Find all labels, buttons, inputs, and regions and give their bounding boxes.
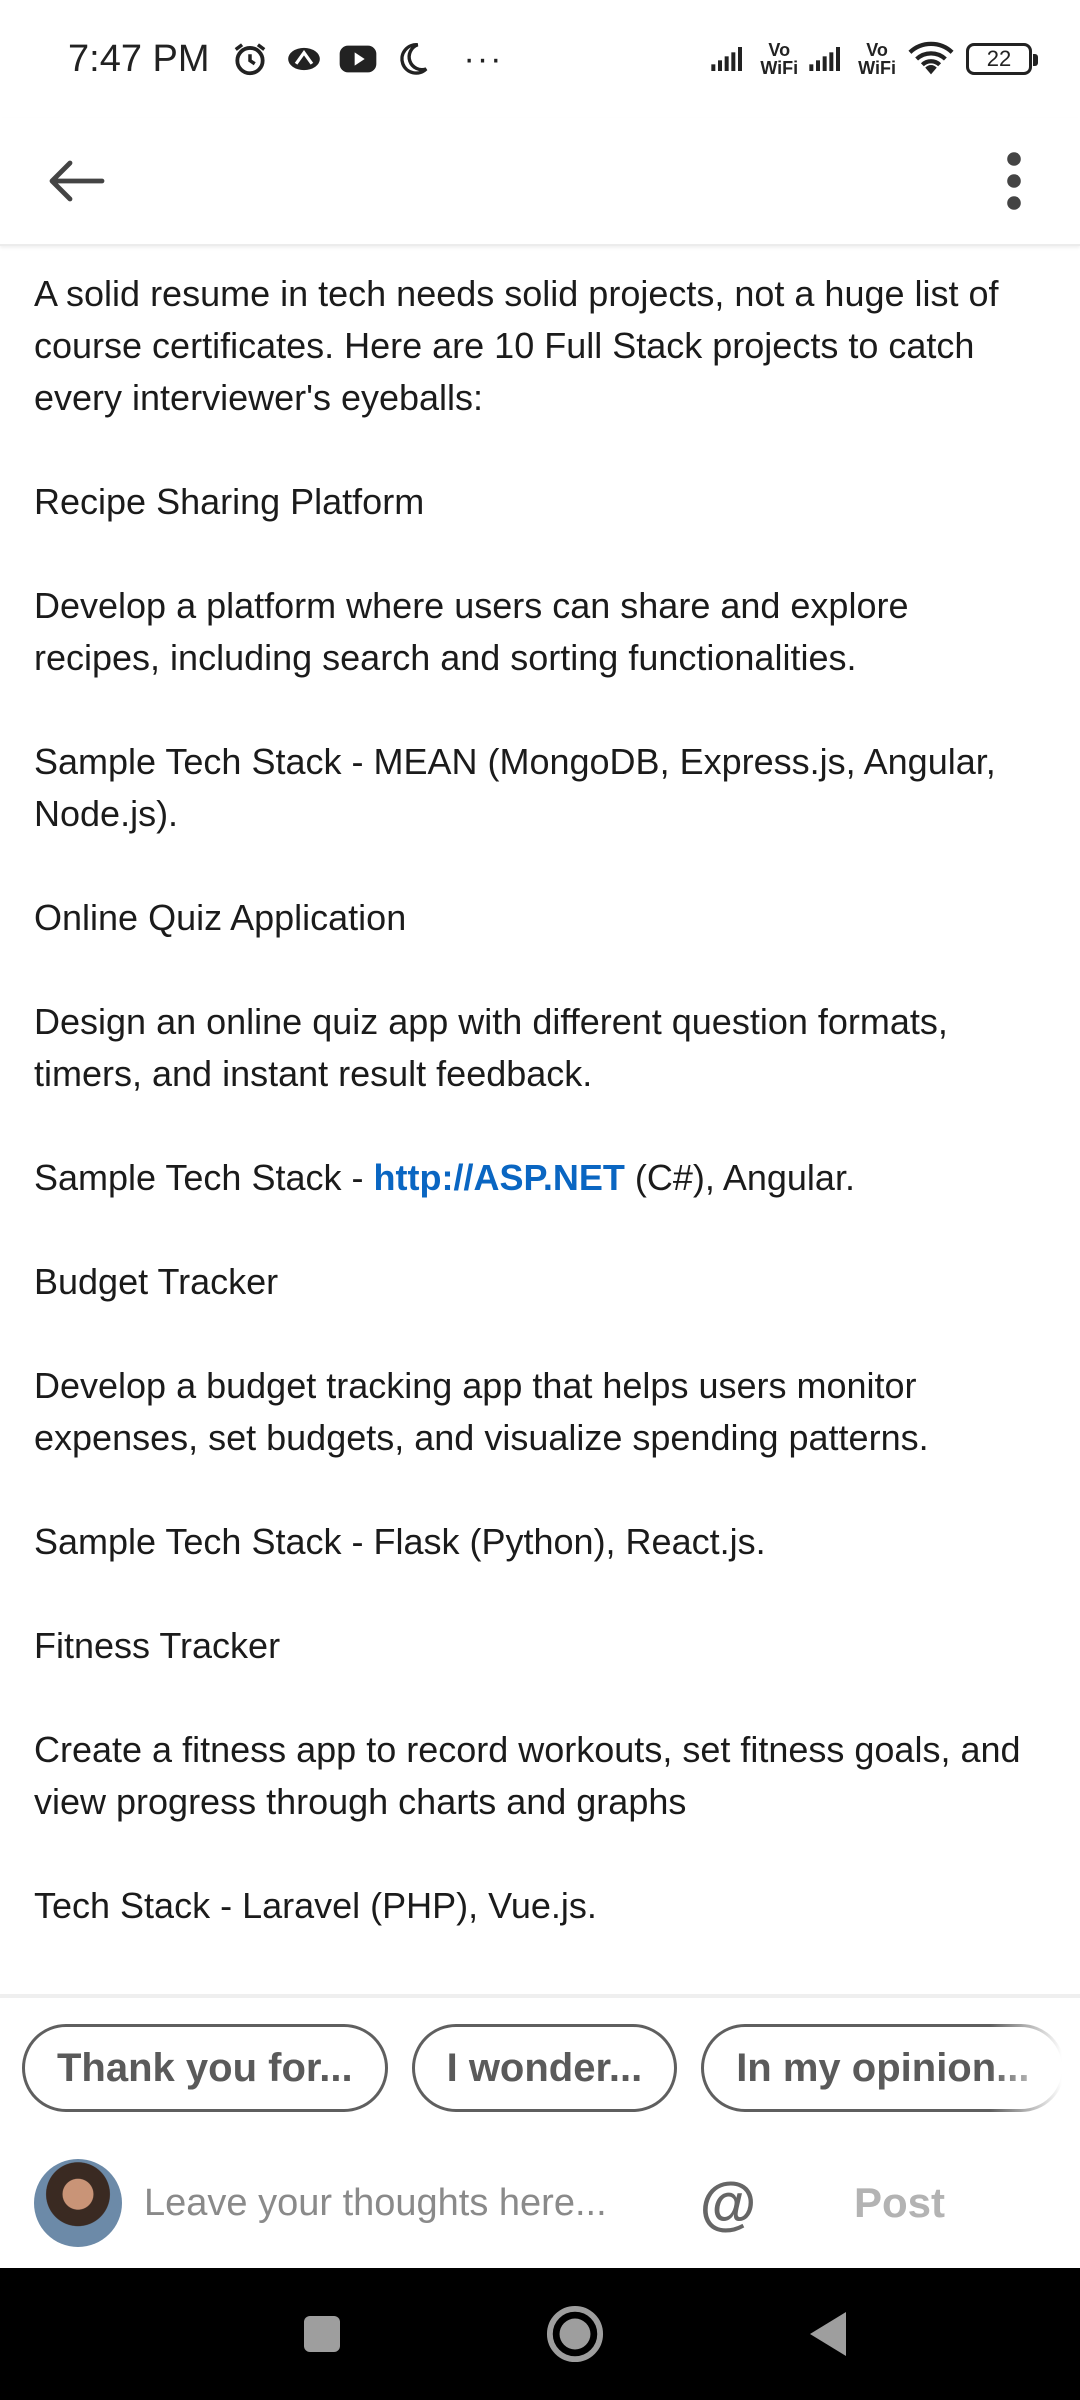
app-notification-icon	[284, 39, 324, 79]
vowifi-label: Vo WiFi	[760, 40, 799, 78]
reply-suggestions: Thank you for... I wonder... In my opini…	[22, 2024, 1080, 2114]
avatar[interactable]	[34, 2159, 122, 2247]
youtube-icon	[338, 39, 378, 79]
project-stack-budget: Sample Tech Stack - Flask (Python), Reac…	[34, 1521, 766, 1562]
back-arrow-icon	[49, 160, 105, 202]
project-stack-quiz: Sample Tech Stack - http://ASP.NET (C#),…	[34, 1152, 1044, 1204]
wifi-icon	[906, 39, 956, 79]
comment-input[interactable]	[144, 2168, 664, 2238]
project-desc-fitness: Create a fitness app to record workouts,…	[34, 1729, 1021, 1822]
post-button[interactable]: Post	[854, 2179, 945, 2227]
project-desc-budget: Develop a budget tracking app that helps…	[34, 1365, 929, 1458]
app-bar	[0, 118, 1080, 246]
alarm-icon	[230, 39, 270, 79]
status-bar: 7:47 PM ··· Vo WiFi Vo WiFi 22	[0, 0, 1080, 118]
system-nav-bar	[0, 2268, 1080, 2400]
back-nav-button[interactable]	[786, 2292, 870, 2376]
project-desc-quiz: Design an online quiz app with different…	[34, 1001, 948, 1094]
more-notifications-indicator: ···	[463, 39, 504, 78]
vowifi-label: Vo WiFi	[858, 40, 896, 78]
moon-icon	[392, 39, 432, 79]
project-stack-recipe: Sample Tech Stack - MEAN (MongoDB, Expre…	[34, 741, 996, 834]
comment-composer: @ Post	[0, 2140, 1080, 2266]
recents-button[interactable]	[280, 2292, 364, 2376]
signal-icon	[710, 39, 750, 79]
suggestion-chip[interactable]: In my opinion...	[701, 2024, 1065, 2112]
signal-icon	[808, 39, 848, 79]
battery-icon: 22	[966, 43, 1038, 75]
project-title-fitness: Fitness Tracker	[34, 1625, 281, 1666]
post-body: A solid resume in tech needs solid proje…	[34, 268, 1044, 1932]
project-title-budget: Budget Tracker	[34, 1261, 279, 1302]
status-right: Vo WiFi Vo WiFi 22	[710, 39, 1038, 79]
more-options-button[interactable]	[978, 145, 1050, 217]
battery-level: 22	[986, 46, 1012, 71]
divider	[0, 1994, 1080, 1998]
status-left: 7:47 PM ···	[68, 38, 504, 81]
status-time: 7:47 PM	[68, 37, 210, 80]
stack-suffix: (C#), Angular.	[624, 1157, 855, 1198]
back-button[interactable]	[40, 145, 112, 217]
project-desc-recipe: Develop a platform where users can share…	[34, 585, 909, 678]
circle-icon	[546, 2305, 604, 2363]
more-vert-icon	[1007, 152, 1021, 210]
project-stack-fitness: Tech Stack - Laravel (PHP), Vue.js.	[34, 1885, 597, 1926]
home-button[interactable]	[533, 2292, 617, 2376]
asp-net-link[interactable]: http://ASP.NET	[374, 1157, 625, 1198]
post-intro: A solid resume in tech needs solid proje…	[34, 273, 999, 418]
square-icon	[304, 2316, 340, 2352]
triangle-back-icon	[810, 2312, 846, 2356]
suggestion-chip[interactable]: I wonder...	[411, 2024, 678, 2112]
suggestion-chip[interactable]: Thank you for...	[22, 2024, 388, 2112]
screen: 7:47 PM ··· Vo WiFi Vo WiFi 22 A solid r…	[0, 0, 1080, 2400]
project-title-quiz: Online Quiz Application	[34, 897, 407, 938]
mention-button[interactable]: @	[696, 2171, 760, 2236]
project-title-recipe: Recipe Sharing Platform	[34, 481, 425, 522]
stack-prefix: Sample Tech Stack -	[34, 1157, 374, 1198]
